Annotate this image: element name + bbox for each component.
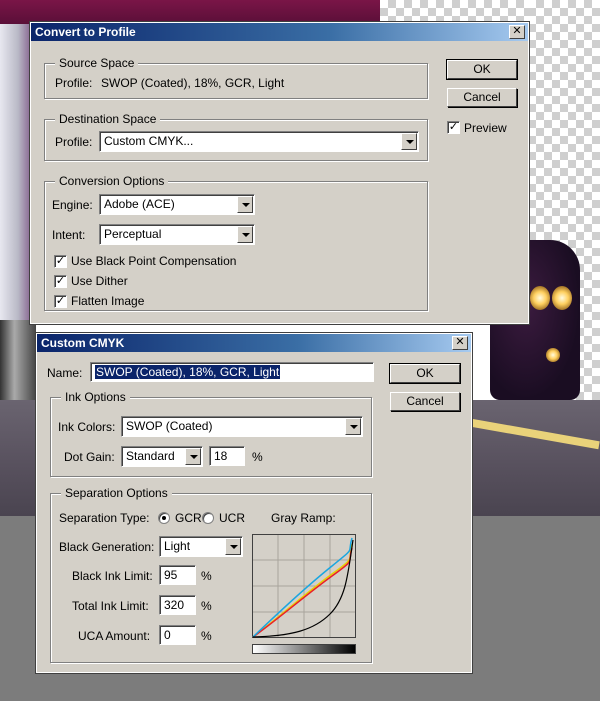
ink-colors-select[interactable]: SWOP (Coated) — [121, 416, 363, 437]
dialog-titlebar[interactable]: Custom CMYK ✕ — [37, 334, 471, 352]
black-ink-limit-field[interactable]: 95 — [159, 565, 196, 585]
intent-select[interactable]: Perceptual — [99, 224, 255, 245]
total-ink-limit-label: Total Ink Limit: — [72, 599, 149, 613]
black-ink-limit-label: Black Ink Limit: — [72, 569, 153, 583]
flatten-checkbox[interactable]: ✓ — [54, 295, 67, 308]
close-icon: ✕ — [512, 25, 522, 37]
engine-label: Engine: — [52, 198, 93, 212]
name-field[interactable]: SWOP (Coated), 18%, GCR, Light — [90, 362, 374, 382]
group-label: Ink Options — [61, 390, 130, 404]
total-ink-limit-field[interactable]: 320 — [159, 595, 196, 615]
custom-cmyk-dialog: Custom CMYK ✕ Name: SWOP (Coated), 18%, … — [35, 332, 473, 674]
percent-label: % — [201, 599, 212, 613]
group-label: Conversion Options — [55, 174, 169, 188]
black-point-label: Use Black Point Compensation — [71, 254, 237, 268]
profile-label: Profile: — [55, 76, 93, 90]
black-generation-label: Black Generation: — [59, 540, 155, 554]
percent-label: % — [201, 569, 212, 583]
dialog-title: Custom CMYK — [41, 336, 125, 350]
gray-ramp-graph — [252, 534, 356, 638]
chevron-down-icon[interactable] — [237, 196, 253, 213]
ucr-radio[interactable] — [202, 512, 214, 524]
separation-options-group: Separation Options Separation Type: GCR … — [50, 486, 372, 663]
flatten-label: Flatten Image — [71, 294, 145, 308]
name-field-selection: SWOP (Coated), 18%, GCR, Light — [95, 365, 281, 379]
uca-amount-label: UCA Amount: — [78, 629, 151, 643]
separation-type-label: Separation Type: — [59, 511, 150, 525]
select-value: Custom CMYK... — [104, 134, 194, 148]
group-label: Separation Options — [61, 486, 172, 500]
headlight-image — [530, 286, 550, 310]
cancel-button[interactable]: Cancel — [390, 392, 460, 411]
chevron-down-icon[interactable] — [401, 133, 417, 150]
intent-label: Intent: — [52, 228, 86, 242]
preview-label: Preview — [464, 121, 507, 135]
group-label: Destination Space — [55, 112, 161, 126]
cancel-button[interactable]: Cancel — [447, 88, 517, 107]
source-space-group: Source Space Profile: SWOP (Coated), 18%… — [44, 56, 428, 99]
dot-gain-mode-select[interactable]: Standard — [121, 446, 203, 467]
chevron-down-icon[interactable] — [185, 448, 201, 465]
ok-button[interactable]: OK — [389, 363, 461, 384]
ink-colors-label: Ink Colors: — [58, 420, 116, 434]
headlight-image — [552, 286, 572, 310]
background-photo-top — [0, 0, 390, 24]
gcr-radio[interactable] — [158, 512, 170, 524]
dialog-title: Convert to Profile — [35, 25, 136, 39]
conversion-options-group: Conversion Options Engine: Adobe (ACE) I… — [44, 174, 428, 311]
dot-gain-field[interactable]: 18 — [209, 446, 245, 466]
select-value: Light — [164, 539, 191, 553]
fog-light-image — [546, 348, 560, 362]
dither-checkbox[interactable]: ✓ — [54, 275, 67, 288]
select-value: SWOP (Coated) — [126, 419, 213, 433]
destination-space-group: Destination Space Profile: Custom CMYK..… — [44, 112, 428, 161]
gray-ramp-label: Gray Ramp: — [271, 511, 336, 525]
close-button[interactable]: ✕ — [452, 336, 468, 350]
dialog-titlebar[interactable]: Convert to Profile ✕ — [31, 23, 528, 41]
ok-button[interactable]: OK — [446, 59, 518, 80]
source-profile-value: SWOP (Coated), 18%, GCR, Light — [101, 76, 285, 90]
close-icon: ✕ — [455, 336, 465, 348]
profile-label: Profile: — [55, 135, 93, 149]
chevron-down-icon[interactable] — [225, 538, 241, 555]
uca-amount-field[interactable]: 0 — [159, 625, 196, 645]
gray-ramp-gradient — [252, 644, 356, 654]
ucr-label: UCR — [219, 511, 245, 525]
convert-to-profile-dialog: Convert to Profile ✕ Source Space Profil… — [29, 21, 530, 325]
group-label: Source Space — [55, 56, 139, 70]
select-value: Perceptual — [104, 227, 162, 241]
preview-checkbox[interactable]: ✓ — [447, 121, 460, 134]
name-label: Name: — [47, 366, 83, 380]
ink-options-group: Ink Options Ink Colors: SWOP (Coated) Do… — [50, 390, 372, 477]
black-generation-select[interactable]: Light — [159, 536, 243, 557]
percent-label: % — [201, 629, 212, 643]
black-point-checkbox[interactable]: ✓ — [54, 255, 67, 268]
close-button[interactable]: ✕ — [509, 25, 525, 39]
dither-label: Use Dither — [71, 274, 128, 288]
chevron-down-icon[interactable] — [345, 418, 361, 435]
dot-gain-label: Dot Gain: — [64, 450, 115, 464]
select-value: Standard — [126, 449, 175, 463]
destination-profile-select[interactable]: Custom CMYK... — [99, 131, 419, 152]
gcr-label: GCR — [175, 511, 202, 525]
percent-label: % — [252, 450, 263, 464]
select-value: Adobe (ACE) — [104, 197, 175, 211]
engine-select[interactable]: Adobe (ACE) — [99, 194, 255, 215]
chevron-down-icon[interactable] — [237, 226, 253, 243]
